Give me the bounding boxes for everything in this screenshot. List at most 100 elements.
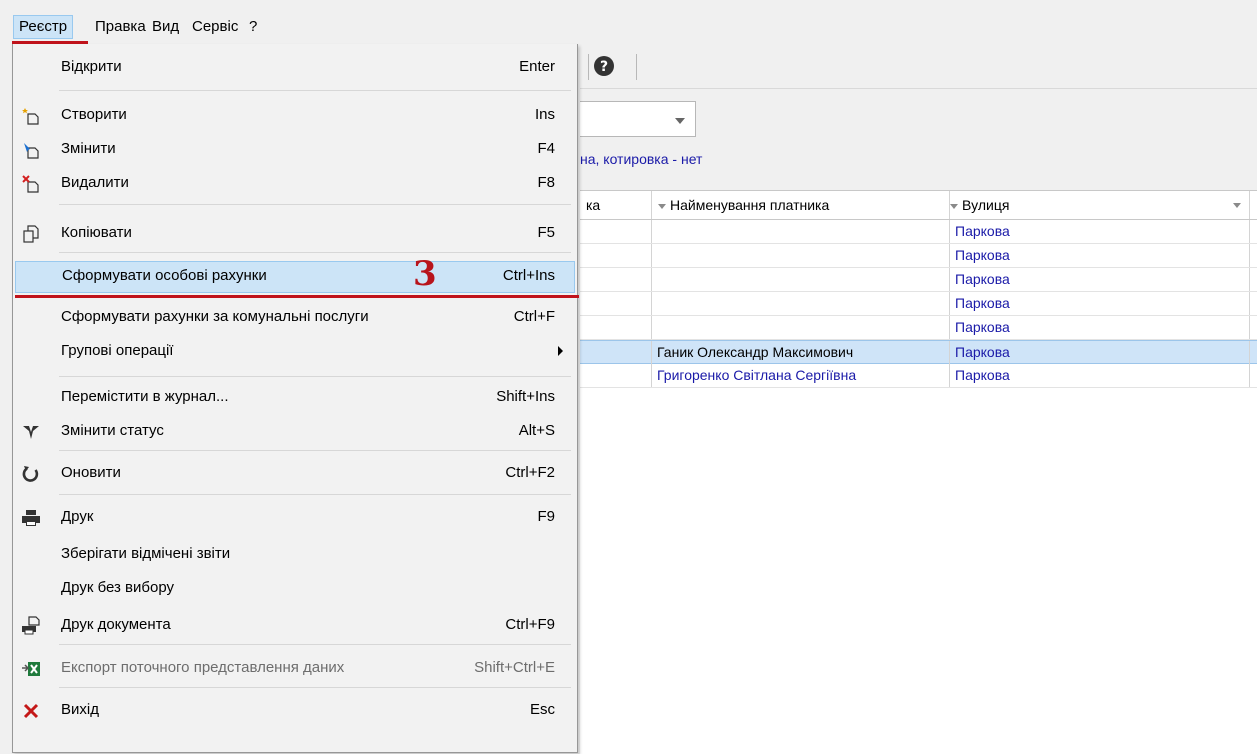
table-cell-partial[interactable] <box>580 244 652 267</box>
menu-item-save-marked-reports[interactable]: Зберігати відмічені звіти <box>13 539 577 569</box>
menu-item-label: Вихід <box>61 701 99 718</box>
menu-item-shortcut: F5 <box>537 224 555 241</box>
column-header-street[interactable]: Вулиця <box>950 191 1250 219</box>
menubar: Реєстр Правка Вид Сервіс ? <box>0 0 1257 44</box>
table-row[interactable]: Паркова <box>580 244 1257 268</box>
menu-item-generate-utility-bills[interactable]: Сформувати рахунки за комунальні послуги… <box>13 302 577 332</box>
menu-item-export-current-view[interactable]: Експорт поточного представлення даних Shi… <box>13 653 577 683</box>
toolbar-separator <box>588 54 589 80</box>
table-cell-payer[interactable] <box>652 292 950 315</box>
table-cell-street[interactable]: Паркова <box>950 292 1250 315</box>
menu-item-shortcut: Alt+S <box>518 422 555 439</box>
data-grid: ка Найменування платника Вулиця Паркова П… <box>580 190 1257 754</box>
column-header-partial[interactable]: ка <box>580 191 652 219</box>
table-row[interactable]: Ганик Олександр Максимович Паркова <box>580 340 1257 364</box>
chevron-down-icon[interactable] <box>675 118 685 124</box>
menu-item-shortcut: Ctrl+F9 <box>505 616 555 633</box>
menu-item-label: Групові операції <box>61 342 174 359</box>
menu-item-shortcut: Ins <box>534 106 555 123</box>
table-row[interactable]: Паркова <box>580 268 1257 292</box>
table-cell-partial[interactable] <box>580 268 652 291</box>
table-row[interactable]: Григоренко Світлана Сергіївна Паркова <box>580 364 1257 388</box>
menu-separator <box>59 204 571 205</box>
menu-separator <box>59 252 571 253</box>
menu-item-create[interactable]: Створити Ins <box>13 100 577 130</box>
menubar-item-edit[interactable]: Правка <box>90 16 151 38</box>
table-cell-street[interactable]: Паркова <box>950 268 1250 291</box>
table-row[interactable]: Паркова <box>580 220 1257 244</box>
menu-item-label: Експорт поточного представлення даних <box>61 659 345 676</box>
table-cell-partial[interactable] <box>580 316 652 339</box>
help-icon[interactable]: ? <box>592 54 616 78</box>
column-header-payer-name[interactable]: Найменування платника <box>652 191 950 219</box>
menu-item-label: Змінити статус <box>61 422 164 439</box>
menu-item-label: Сформувати особові рахунки <box>62 267 267 284</box>
table-cell-street[interactable]: Паркова <box>950 244 1250 267</box>
menu-separator <box>59 450 571 451</box>
table-row[interactable]: Паркова <box>580 292 1257 316</box>
annotation-underline <box>15 295 579 298</box>
step-number-annotation: 3 <box>413 254 437 294</box>
registry-dropdown-menu: Відкрити Enter Створити Ins Змінити F4 Видалит… <box>12 44 579 753</box>
table-cell-payer[interactable] <box>652 268 950 291</box>
menubar-item-view[interactable]: Вид <box>147 16 184 38</box>
print-document-icon <box>21 616 41 636</box>
filter-arrow-icon[interactable] <box>658 203 666 209</box>
table-cell-partial[interactable] <box>580 364 652 387</box>
menu-item-copy[interactable]: Копіювати F5 <box>13 218 577 248</box>
menubar-item-registry[interactable]: Реєстр <box>13 15 74 39</box>
filter-arrow-icon[interactable] <box>1233 203 1241 208</box>
create-icon <box>21 106 41 126</box>
table-cell-payer[interactable] <box>652 316 950 339</box>
menu-item-move-to-journal[interactable]: Перемістити в журнал... Shift+Ins <box>13 382 577 412</box>
filter-combobox[interactable] <box>580 101 696 137</box>
menubar-item-help[interactable]: ? <box>244 16 262 38</box>
menu-item-shortcut: Ctrl+F2 <box>505 464 555 481</box>
table-cell-partial[interactable] <box>580 292 652 315</box>
grid-header: ка Найменування платника Вулиця <box>580 191 1257 220</box>
table-cell-payer[interactable]: Ганик Олександр Максимович <box>652 341 950 364</box>
menu-item-open[interactable]: Відкрити Enter <box>13 52 577 82</box>
exit-icon <box>21 701 41 721</box>
menu-item-shortcut: F9 <box>537 508 555 525</box>
menu-item-label: Друк <box>61 508 94 525</box>
menu-item-label: Відкрити <box>61 58 122 75</box>
table-cell-street[interactable]: Паркова <box>950 220 1250 243</box>
menu-item-shortcut: Shift+Ins <box>496 388 555 405</box>
table-cell-street[interactable]: Паркова <box>950 316 1250 339</box>
menu-item-label: Видалити <box>61 174 129 191</box>
table-cell-payer[interactable] <box>652 220 950 243</box>
menu-separator <box>59 687 571 688</box>
menu-item-edit[interactable]: Змінити F4 <box>13 134 577 164</box>
menu-item-label: Сформувати рахунки за комунальні послуги <box>61 308 369 325</box>
menu-item-print-without-selection[interactable]: Друк без вибору <box>13 573 577 603</box>
table-cell-street[interactable]: Паркова <box>950 341 1250 364</box>
menu-item-refresh[interactable]: Оновити Ctrl+F2 <box>13 458 577 488</box>
menu-item-label: Створити <box>61 106 127 123</box>
menu-separator <box>59 376 571 377</box>
menu-item-generate-accounts[interactable]: Сформувати особові рахунки Ctrl+Ins <box>15 261 575 293</box>
menu-item-label: Друк без вибору <box>61 579 174 596</box>
submenu-arrow-icon <box>558 346 563 356</box>
table-cell-partial[interactable] <box>580 220 652 243</box>
menu-separator <box>59 644 571 645</box>
menu-separator <box>59 90 571 91</box>
copy-icon <box>21 224 41 244</box>
menu-item-change-status[interactable]: Змінити статус Alt+S <box>13 416 577 446</box>
delete-icon <box>21 174 41 194</box>
table-row[interactable]: Паркова <box>580 316 1257 340</box>
printer-icon <box>21 508 41 528</box>
refresh-icon <box>21 464 41 484</box>
menubar-item-service[interactable]: Сервіс <box>187 16 243 38</box>
menu-item-group-operations[interactable]: Групові операції <box>13 336 577 366</box>
filter-arrow-icon[interactable] <box>950 203 958 209</box>
table-cell-street[interactable]: Паркова <box>950 364 1250 387</box>
table-cell-payer[interactable]: Григоренко Світлана Сергіївна <box>652 364 950 387</box>
menu-item-delete[interactable]: Видалити F8 <box>13 168 577 198</box>
menu-item-print[interactable]: Друк F9 <box>13 502 577 532</box>
menu-item-label: Друк документа <box>61 616 171 633</box>
menu-item-print-document[interactable]: Друк документа Ctrl+F9 <box>13 610 577 640</box>
menu-item-exit[interactable]: Вихід Esc <box>13 695 577 725</box>
table-cell-partial[interactable] <box>580 341 652 364</box>
table-cell-payer[interactable] <box>652 244 950 267</box>
